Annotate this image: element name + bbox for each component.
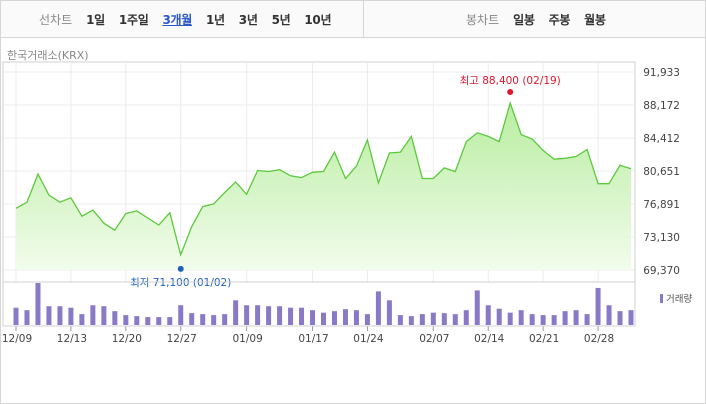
- y-tick-label: 76,891: [643, 199, 680, 211]
- volume-bar: [562, 311, 568, 325]
- volume-bar: [266, 306, 272, 325]
- volume-bar: [24, 310, 30, 325]
- volume-bar: [178, 305, 184, 325]
- volume-bar: [507, 312, 513, 325]
- price-area: [16, 103, 631, 270]
- max-price-label: 최고 88,400 (02/19): [460, 75, 561, 87]
- x-tick-label: 12/09: [2, 333, 32, 345]
- volume-bar: [518, 310, 524, 325]
- volume-bar: [353, 310, 359, 325]
- volume-bar: [617, 311, 623, 325]
- volume-bar: [68, 307, 74, 325]
- volume-bar: [255, 305, 261, 325]
- volume-bar: [430, 312, 436, 325]
- x-tick-label: 01/24: [353, 333, 384, 345]
- x-tick-label: 12/27: [167, 333, 197, 345]
- volume-bar: [13, 307, 19, 325]
- volume-bar: [606, 305, 612, 325]
- volume-bar: [112, 311, 118, 325]
- volume-bar: [167, 317, 173, 325]
- min-price-marker: [177, 265, 184, 272]
- volume-bar: [299, 307, 305, 325]
- y-tick-label: 88,172: [643, 100, 680, 112]
- volume-bar: [342, 309, 348, 325]
- volume-bar: [244, 305, 250, 325]
- x-tick-label: 12/20: [112, 333, 142, 345]
- x-tick-label: 02/14: [474, 333, 505, 345]
- volume-bar: [375, 291, 381, 325]
- y-tick-label: 69,370: [643, 265, 680, 277]
- price-chart-svg: 91,933 88,172 84,412 80,651 76,891 73,130 69,3…: [2, 61, 680, 345]
- y-tick-label: 84,412: [643, 133, 680, 145]
- min-price-label: 최저 71,100 (01/02): [130, 277, 231, 289]
- x-tick-label: 12/13: [57, 333, 87, 345]
- volume-bar: [156, 317, 162, 325]
- y-tick-label: 73,130: [643, 232, 680, 244]
- volume-bar: [200, 314, 206, 325]
- y-tick-label: 91,933: [643, 67, 680, 79]
- volume-bar: [189, 313, 195, 325]
- max-price-marker: [507, 89, 514, 96]
- volume-bar: [46, 306, 52, 325]
- x-tick-label: 02/28: [584, 333, 614, 345]
- volume-bar: [584, 314, 590, 325]
- volume-bar: [35, 283, 41, 325]
- volume-bar: [496, 308, 502, 325]
- volume-bar: [408, 316, 414, 325]
- x-tick-label: 01/09: [232, 333, 262, 345]
- volume-bar: [573, 310, 579, 325]
- volume-bar: [364, 314, 370, 325]
- volume-bar: [79, 314, 85, 325]
- volume-bar: [277, 306, 283, 325]
- volume-bar: [211, 315, 217, 325]
- x-tick-label: 02/21: [529, 333, 559, 345]
- volume-bar: [233, 300, 239, 325]
- volume-bar: [123, 315, 129, 325]
- volume-bar: [321, 312, 326, 325]
- volume-bar: [222, 314, 228, 325]
- volume-bar: [90, 305, 96, 325]
- volume-bar: [145, 317, 151, 325]
- volume-bar: [540, 315, 546, 325]
- y-tick-label: 80,651: [643, 166, 680, 178]
- volume-bar: [529, 314, 535, 325]
- volume-bar: [595, 287, 601, 325]
- volume-bar: [288, 307, 294, 325]
- volume-bar: [463, 310, 469, 325]
- volume-bar: [386, 300, 392, 325]
- volume-bar: [134, 316, 140, 325]
- volume-bar: [419, 314, 425, 325]
- volume-bar: [551, 315, 557, 325]
- x-tick-label: 01/17: [298, 333, 328, 345]
- volume-bar: [474, 290, 480, 325]
- volume-bar: [331, 311, 337, 325]
- volume-bar: [485, 305, 491, 325]
- volume-bar: [310, 310, 316, 325]
- volume-bar: [101, 306, 107, 325]
- x-tick-label: 02/07: [419, 333, 449, 345]
- volume-bar: [452, 314, 458, 325]
- volume-bar: [441, 313, 447, 325]
- volume-bar: [57, 306, 63, 325]
- volume-bar: [397, 315, 403, 325]
- volume-plot-frame: [2, 281, 636, 327]
- volume-bar: [628, 310, 634, 325]
